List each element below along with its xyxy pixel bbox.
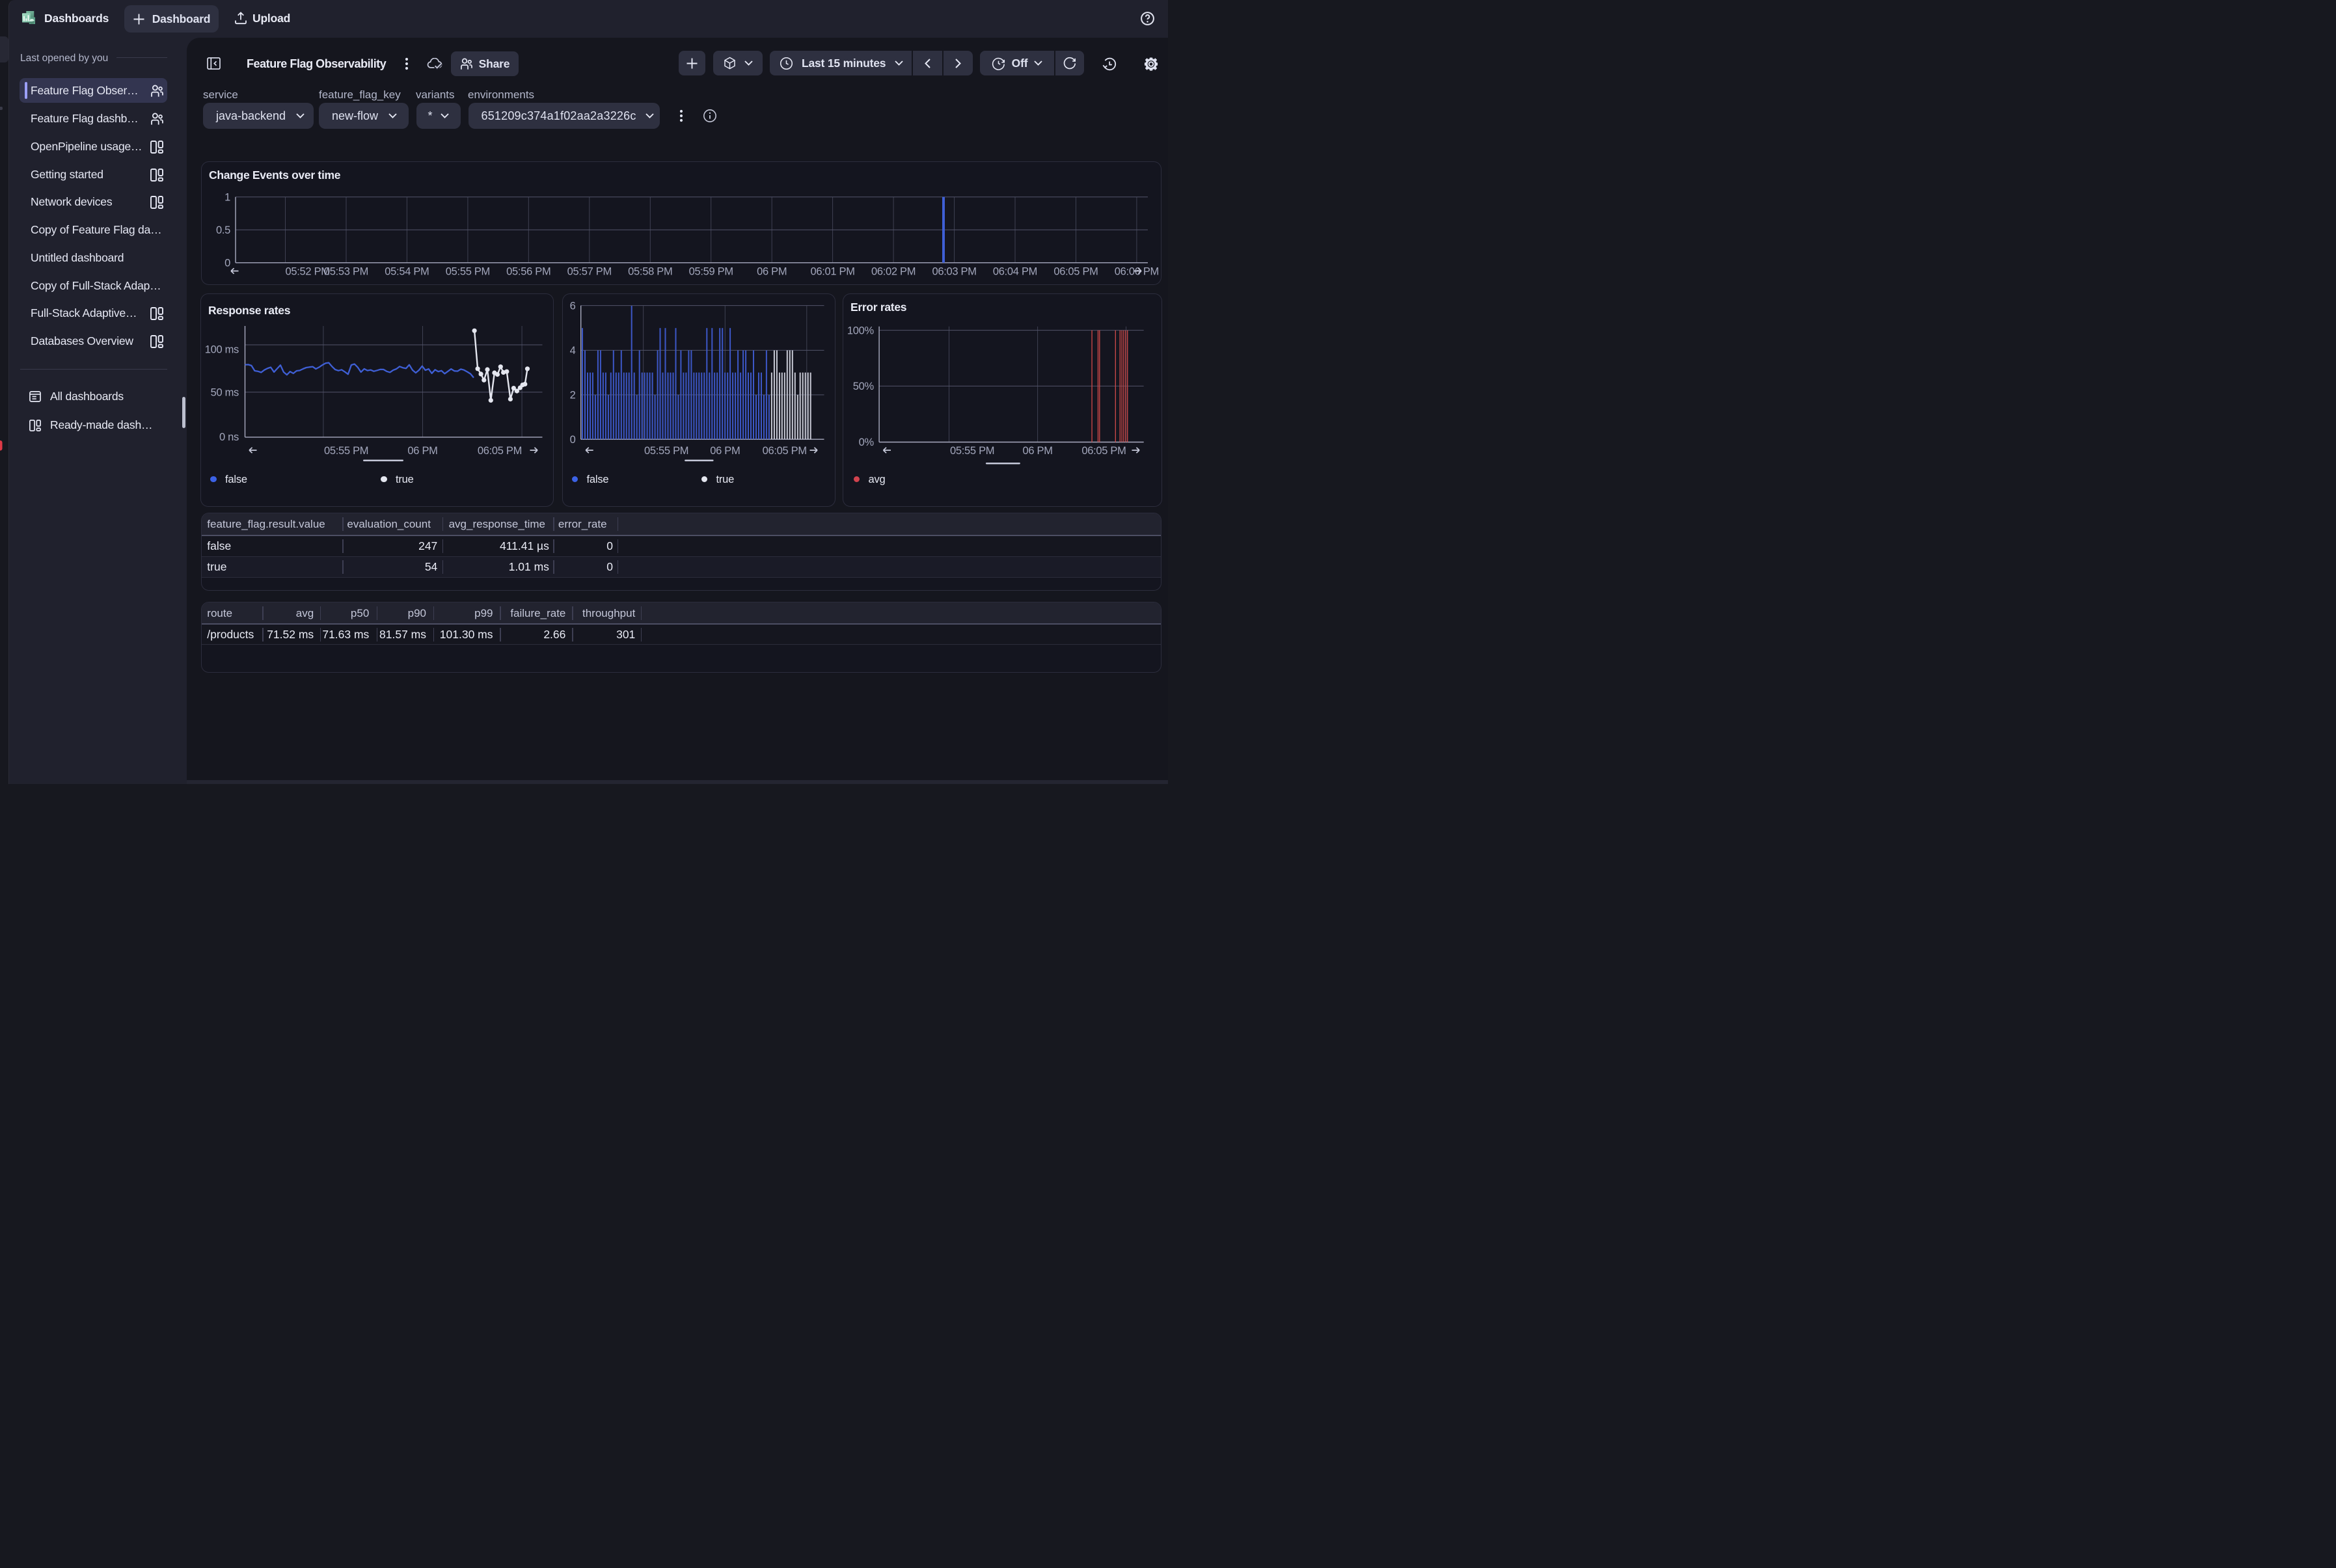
svg-text:0%: 0% xyxy=(858,437,874,448)
svg-text:0.5: 0.5 xyxy=(216,224,230,236)
svg-text:06 PM: 06 PM xyxy=(710,445,740,457)
svg-text:06:06 PM: 06:06 PM xyxy=(1115,266,1159,278)
svg-text:100 ms: 100 ms xyxy=(205,344,239,356)
svg-text:06:04 PM: 06:04 PM xyxy=(993,266,1037,278)
svg-text:05:55 PM: 05:55 PM xyxy=(644,445,688,457)
svg-text:4: 4 xyxy=(569,345,575,357)
svg-text:06 PM: 06 PM xyxy=(407,445,437,457)
svg-text:06:05 PM: 06:05 PM xyxy=(1053,266,1098,278)
svg-text:50%: 50% xyxy=(852,381,874,392)
svg-text:05:55 PM: 05:55 PM xyxy=(324,445,368,457)
svg-text:05:52 PM: 05:52 PM xyxy=(286,266,330,278)
svg-text:05:53 PM: 05:53 PM xyxy=(324,266,368,278)
svg-text:1: 1 xyxy=(224,192,230,204)
svg-text:0: 0 xyxy=(569,434,575,446)
svg-text:0 ns: 0 ns xyxy=(219,431,239,443)
svg-text:100%: 100% xyxy=(847,325,874,337)
svg-text:06:05 PM: 06:05 PM xyxy=(1081,445,1126,457)
svg-text:06:03 PM: 06:03 PM xyxy=(932,266,976,278)
svg-text:06:05 PM: 06:05 PM xyxy=(762,445,806,457)
svg-text:05:58 PM: 05:58 PM xyxy=(628,266,672,278)
svg-text:06 PM: 06 PM xyxy=(1022,445,1052,457)
svg-text:50 ms: 50 ms xyxy=(211,387,239,399)
svg-text:06 PM: 06 PM xyxy=(757,266,787,278)
svg-text:05:56 PM: 05:56 PM xyxy=(506,266,550,278)
svg-text:0: 0 xyxy=(224,258,230,269)
svg-text:06:05 PM: 06:05 PM xyxy=(478,445,522,457)
svg-text:05:55 PM: 05:55 PM xyxy=(446,266,490,278)
svg-text:05:54 PM: 05:54 PM xyxy=(385,266,429,278)
svg-text:05:57 PM: 05:57 PM xyxy=(567,266,612,278)
svg-text:06:01 PM: 06:01 PM xyxy=(810,266,854,278)
svg-text:05:59 PM: 05:59 PM xyxy=(689,266,733,278)
svg-text:2: 2 xyxy=(569,390,575,401)
svg-text:05:55 PM: 05:55 PM xyxy=(950,445,994,457)
svg-text:06:02 PM: 06:02 PM xyxy=(871,266,916,278)
svg-text:6: 6 xyxy=(569,301,575,312)
